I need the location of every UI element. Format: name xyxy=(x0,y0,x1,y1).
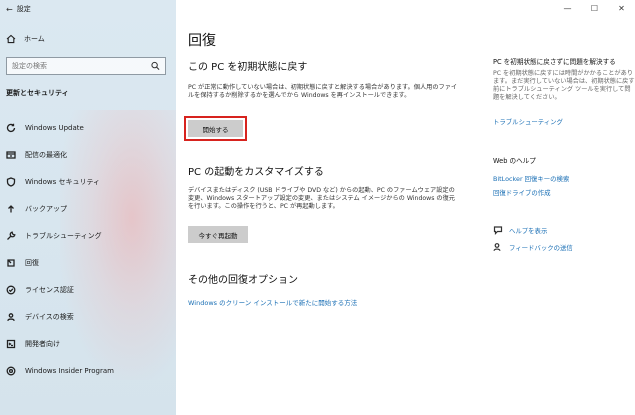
sidebar-item-label: トラブルシューティング xyxy=(25,231,102,240)
sidebar-item-delivery-optimization[interactable]: 配信の最適化 xyxy=(0,141,176,168)
sidebar-item-label: ライセンス認証 xyxy=(25,285,74,294)
refresh-icon xyxy=(6,123,16,133)
get-help-link[interactable]: ヘルプを表示 xyxy=(509,226,547,235)
settings-search-box[interactable] xyxy=(6,57,166,75)
startup-section-title: PC の起動をカスタマイズする xyxy=(188,167,324,178)
sidebar-item-label: Windows Insider Program xyxy=(25,366,114,375)
person-pin-icon xyxy=(6,312,16,322)
sidebar-item-troubleshoot[interactable]: トラブルシューティング xyxy=(0,222,176,249)
recovery-icon xyxy=(6,258,16,268)
feedback-icon xyxy=(493,242,503,252)
sidebar-item-windows-update[interactable]: Windows Update xyxy=(0,114,176,141)
main-content: 回復 この PC を初期状態に戻す PC が正常に動作していない場合は、初期状態… xyxy=(176,0,476,415)
sidebar-item-label: 開発者向け xyxy=(25,339,60,348)
insider-icon xyxy=(6,366,16,376)
sidebar-item-recovery[interactable]: 回復 xyxy=(0,249,176,276)
sidebar-item-label: Windows セキュリティ xyxy=(25,177,101,186)
check-circle-icon xyxy=(6,285,16,295)
sidebar-item-label: Windows Update xyxy=(25,123,84,132)
sidebar-item-label: 回復 xyxy=(25,258,39,267)
search-icon[interactable] xyxy=(151,61,160,71)
feedback-link[interactable]: フィードバックの送信 xyxy=(509,243,573,252)
feedback-row[interactable]: フィードバックの送信 xyxy=(493,242,573,252)
sidebar-item-label: 配信の最適化 xyxy=(25,150,67,159)
troubleshoot-link[interactable]: トラブルシューティング xyxy=(493,117,563,126)
page-title: 回復 xyxy=(188,33,216,49)
minimize-icon[interactable]: — xyxy=(554,0,581,16)
sidebar: ← 設定 ホーム 更新とセキュリティ Windows Update 配信の最適化 xyxy=(0,0,176,415)
chat-help-icon xyxy=(493,225,503,235)
window-controls: — ☐ ✕ xyxy=(554,0,635,16)
related-issue-title: PC を初期状態に戻さずに問題を解決する xyxy=(493,58,616,66)
sidebar-item-find-device[interactable]: デバイスの検索 xyxy=(0,303,176,330)
settings-search-input[interactable] xyxy=(12,62,151,70)
delivery-icon xyxy=(6,150,16,160)
developer-icon xyxy=(6,339,16,349)
related-issue-text: PC を初期状態に戻すには時間がかかることがあります。まだ実行していない場合は、… xyxy=(493,70,635,101)
right-panel: — ☐ ✕ PC を初期状態に戻さずに問題を解決する PC を初期状態に戻すには… xyxy=(476,0,635,415)
sidebar-item-developers[interactable]: 開発者向け xyxy=(0,330,176,357)
reset-section-description: PC が正常に動作していない場合は、初期状態に戻すと解決する場合があります。個人… xyxy=(188,84,458,99)
backup-icon xyxy=(6,204,16,214)
clean-install-link[interactable]: Windows のクリーン インストールで新たに開始する方法 xyxy=(188,297,357,307)
recovery-drive-link[interactable]: 回復ドライブの作成 xyxy=(493,188,551,197)
startup-section-description: デバイスまたはディスク (USB ドライブや DVD など) からの起動、PC … xyxy=(188,187,455,210)
sidebar-item-backup[interactable]: バックアップ xyxy=(0,195,176,222)
shield-icon xyxy=(6,176,16,187)
sidebar-nav: Windows Update 配信の最適化 Windows セキュリティ バック… xyxy=(0,114,176,384)
window-title-bar: ← 設定 xyxy=(6,4,31,14)
window-title: 設定 xyxy=(16,5,31,13)
restart-now-button[interactable]: 今すぐ再起動 xyxy=(188,226,248,243)
sidebar-item-label: バックアップ xyxy=(25,204,67,213)
reset-section-title: この PC を初期状態に戻す xyxy=(188,62,308,73)
sidebar-item-activation[interactable]: ライセンス認証 xyxy=(0,276,176,303)
other-options-title: その他の回復オプション xyxy=(188,275,298,286)
sidebar-section-heading: 更新とセキュリティ xyxy=(6,89,69,97)
sidebar-item-insider-program[interactable]: Windows Insider Program xyxy=(0,357,176,384)
get-help-row[interactable]: ヘルプを表示 xyxy=(493,225,547,235)
maximize-icon[interactable]: ☐ xyxy=(581,0,608,16)
sidebar-item-windows-security[interactable]: Windows セキュリティ xyxy=(0,168,176,195)
bitlocker-key-link[interactable]: BitLocker 回復キーの検索 xyxy=(493,174,569,183)
home-nav-item[interactable]: ホーム xyxy=(6,34,45,44)
reset-start-button[interactable]: 開始する xyxy=(184,116,247,141)
back-arrow-icon[interactable]: ← xyxy=(6,5,13,14)
wrench-icon xyxy=(6,230,16,241)
home-icon xyxy=(6,34,16,44)
home-label: ホーム xyxy=(24,35,45,43)
sidebar-item-label: デバイスの検索 xyxy=(25,312,74,321)
web-help-title: Web のヘルプ xyxy=(493,157,536,165)
close-icon[interactable]: ✕ xyxy=(608,0,635,16)
